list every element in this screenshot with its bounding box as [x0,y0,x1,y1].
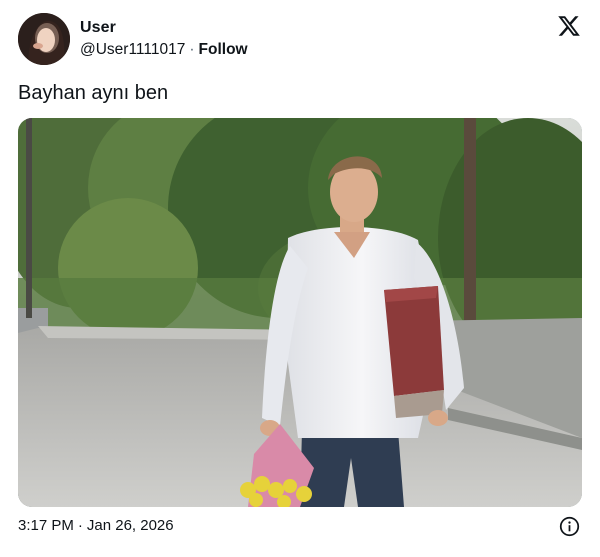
avatar-image [18,13,70,65]
display-name[interactable]: User [80,19,116,37]
handle-row: @User1111017 · Follow [80,41,248,59]
follow-button[interactable]: Follow [199,41,248,58]
tweet-text: Bayhan aynı ben [18,82,169,104]
timestamp[interactable]: 3:17 PM · Jan 26, 2026 [18,517,174,534]
tweet-time: 3:17 PM [18,517,74,534]
avatar[interactable] [18,13,70,65]
user-handle[interactable]: @User1111017 [80,41,185,58]
photo-man-with-bag-and-flowers [18,118,582,507]
tweet-photo[interactable] [18,118,582,507]
handle-separator: · [189,41,195,58]
tweet-date: Jan 26, 2026 [86,517,174,534]
timestamp-separator: · [77,517,83,534]
x-logo-icon[interactable] [557,14,581,38]
info-icon[interactable] [559,516,580,537]
